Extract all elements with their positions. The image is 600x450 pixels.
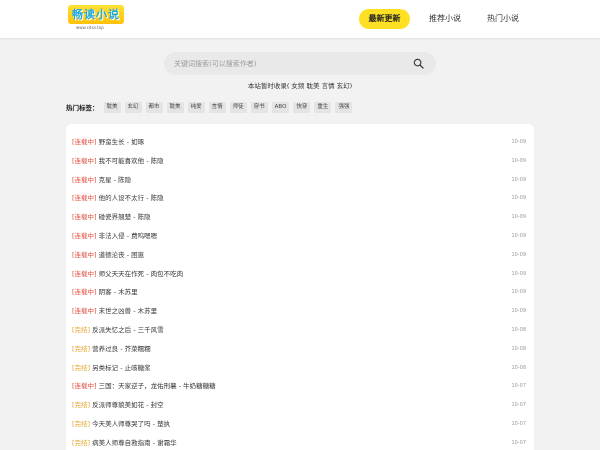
update-date: 10-09 (511, 195, 526, 202)
book-status: [完结] (72, 438, 91, 447)
book-title-link[interactable]: 末世之凶兽 - 木苏里 (99, 307, 157, 315)
book-status: [连载中] (72, 213, 97, 222)
book-title-link[interactable]: 他的人设不太行 - 陈隐 (99, 194, 164, 202)
list-item[interactable]: [完结] 反派师尊貌美如花 - 封空 10-07 (72, 396, 534, 415)
book-title-link[interactable]: 三国：天家逆子，龙佑刑襄 - 牛奶糖糖糖 (99, 382, 216, 390)
top-bar: 畅读小说 www.cdxs.top 最新更新 推荐小说 热门小说 (0, 0, 600, 38)
list-item[interactable]: [完结] 病美人师尊自救指南 - 谢霜华 10-07 (72, 434, 534, 450)
book-status: [连载中] (72, 250, 97, 259)
tag[interactable]: ABO (271, 101, 290, 113)
logo-text: 畅读小说 (68, 5, 124, 24)
book-title-link[interactable]: 碰瓷界翘楚 - 陈隐 (99, 213, 151, 221)
book-list: [连载中] 野蛮生长 - 如琢 10-09 [连载中] 我不可能喜欢他 - 陈隐 10… (66, 124, 534, 450)
update-date: 10-09 (511, 251, 526, 258)
update-date: 10-09 (511, 289, 526, 296)
search-input[interactable] (174, 52, 404, 75)
book-title-link[interactable]: 病美人师尊自救指南 - 谢霜华 (92, 439, 176, 447)
list-item[interactable]: [连载中] 碰瓷界翘楚 - 陈隐 10-09 (72, 208, 534, 227)
nav-latest-updates[interactable]: 最新更新 (359, 9, 410, 29)
book-status: [连载中] (72, 307, 97, 316)
book-status: [完结] (72, 344, 91, 353)
tag[interactable]: 言情 (208, 101, 226, 113)
list-item[interactable]: [连载中] 克星 - 陈隐 10-09 (72, 171, 534, 190)
tag[interactable]: 纯爱 (187, 101, 205, 113)
update-date: 10-09 (511, 157, 526, 164)
book-status: [连载中] (72, 156, 97, 165)
update-date: 10-09 (511, 139, 526, 145)
book-title-link[interactable]: 师父天天在作死 - 肉包不吃肉 (99, 270, 183, 278)
tag[interactable]: 强强 (335, 101, 353, 113)
update-date: 10-09 (511, 233, 526, 239)
list-item[interactable]: [连载中] 非法入侵 - 费呜嗯嗯 10-09 (72, 227, 534, 246)
update-date: 10-09 (511, 270, 526, 277)
book-status: [完结] (72, 401, 91, 410)
list-item[interactable]: [连载中] 三国：天家逆子，龙佑刑襄 - 牛奶糖糖糖 10-07 (72, 377, 534, 396)
update-date: 10-08 (511, 327, 526, 333)
book-status: [连载中] (72, 194, 97, 203)
list-item[interactable]: [完结] 另类标记 - 止咳糖浆 10-08 (72, 359, 534, 378)
list-item[interactable]: [连载中] 阴客 - 木苏里 10-09 (72, 283, 534, 302)
list-item[interactable]: [连载中] 他的人设不太行 - 陈隐 10-09 (72, 189, 534, 208)
book-title-link[interactable]: 阴客 - 木苏里 (99, 288, 138, 296)
book-status: [连载中] (72, 232, 97, 240)
update-date: 10-09 (511, 214, 526, 221)
update-date: 10-09 (511, 308, 526, 315)
book-title-link[interactable]: 反派失忆之后 - 三千风雪 (92, 326, 163, 334)
book-status: [连载中] (72, 382, 97, 391)
book-title-link[interactable]: 另类标记 - 止咳糖浆 (92, 364, 150, 372)
hot-tags-label: 热门标签： (66, 104, 99, 112)
nav-recommended[interactable]: 推荐小说 (422, 9, 468, 29)
logo-subtext: www.cdxs.top (76, 25, 104, 30)
list-item[interactable]: [连载中] 师父天天在作死 - 肉包不吃肉 10-09 (72, 265, 534, 284)
update-date: 10-09 (511, 176, 526, 183)
book-title-link[interactable]: 今天美人师尊哭了吗 - 楚执 (92, 420, 170, 428)
update-date: 10-08 (511, 364, 526, 371)
tag[interactable]: 耽美 (103, 101, 121, 113)
tag[interactable]: 耽美 (166, 101, 184, 113)
book-title-link[interactable]: 克星 - 陈隐 (99, 176, 131, 184)
book-status: [连载中] (72, 288, 97, 297)
book-title-link[interactable]: 反派师尊貌美如花 - 封空 (92, 401, 163, 409)
update-date: 10-08 (511, 345, 526, 352)
tag[interactable]: 快穿 (293, 101, 311, 113)
book-status: [完结] (72, 363, 91, 372)
tag[interactable]: 玄幻 (124, 101, 142, 113)
update-date: 10-07 (511, 383, 526, 390)
hot-tags: 热门标签： 耽美 玄幻 都市 耽美 纯爱 言情 师徒 穿书 ABO 快穿 重生 … (66, 101, 356, 113)
list-item[interactable]: [连载中] 道德沦丧 - 困崽 10-09 (72, 246, 534, 265)
book-title-link[interactable]: 道德沦丧 - 困崽 (99, 251, 144, 259)
list-item[interactable]: [完结] 营养过良 - 芥菜糯糯 10-08 (72, 340, 534, 359)
book-status: [连载中] (72, 138, 97, 146)
site-logo[interactable]: 畅读小说 www.cdxs.top (68, 5, 124, 33)
tag[interactable]: 穿书 (250, 101, 268, 113)
update-date: 10-07 (511, 439, 526, 446)
list-item[interactable]: [完结] 今天美人师尊哭了吗 - 楚执 10-07 (72, 415, 534, 434)
nav-popular[interactable]: 热门小说 (480, 9, 526, 29)
update-date: 10-07 (511, 402, 526, 409)
tag[interactable]: 师徒 (229, 101, 247, 113)
collection-notice: 本站暂时收录( 女频 耽美 言情 玄幻) (247, 82, 353, 90)
book-title-link[interactable]: 野蛮生长 - 如琢 (99, 138, 144, 146)
list-item[interactable]: [连载中] 末世之凶兽 - 木苏里 10-09 (72, 302, 534, 321)
update-date: 10-07 (511, 421, 526, 427)
book-status: [连载中] (72, 269, 97, 278)
book-status: [连载中] (72, 175, 97, 184)
book-status: [完结] (72, 326, 91, 334)
book-title-link[interactable]: 我不可能喜欢他 - 陈隐 (99, 157, 164, 165)
book-title-link[interactable]: 营养过良 - 芥菜糯糯 (92, 345, 150, 353)
tag[interactable]: 重生 (314, 101, 332, 113)
list-item[interactable]: [连载中] 我不可能喜欢他 - 陈隐 10-09 (72, 152, 534, 171)
list-item[interactable]: [连载中] 野蛮生长 - 如琢 10-09 (72, 133, 534, 152)
search-icon[interactable] (413, 58, 424, 69)
list-item[interactable]: [完结] 反派失忆之后 - 三千风雪 10-08 (72, 321, 534, 340)
tag[interactable]: 都市 (145, 101, 163, 113)
search-bar (164, 52, 436, 75)
book-title-link[interactable]: 非法入侵 - 费呜嗯嗯 (99, 232, 157, 240)
book-status: [完结] (72, 420, 91, 428)
